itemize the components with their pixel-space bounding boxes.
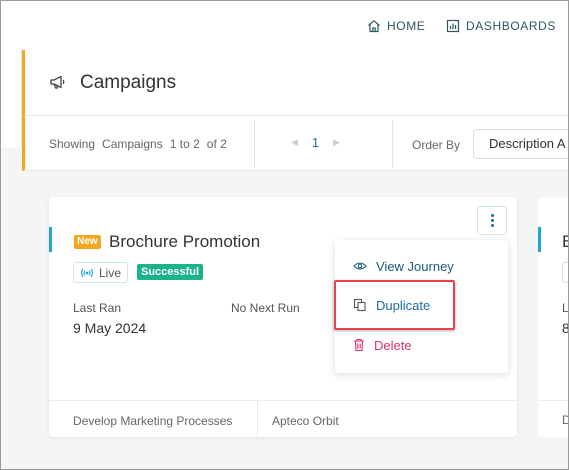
- footer-category: Develop Marketing Processes: [73, 414, 233, 428]
- campaign-title-fragment: B: [562, 232, 569, 251]
- eye-icon: [353, 262, 367, 270]
- footer-category-fragment: De: [562, 413, 569, 427]
- page-header: Campaigns: [22, 50, 569, 115]
- pagination: ◀ 1 ▶: [291, 135, 340, 150]
- last-ran-value-fragment: 8: [562, 320, 569, 336]
- menu-item-label: Delete: [374, 337, 412, 353]
- campaign-card-partial[interactable]: B La 8 De: [538, 197, 569, 437]
- new-badge: New: [74, 235, 101, 249]
- home-link-label: HOME: [387, 19, 426, 33]
- more-options-button[interactable]: [477, 206, 507, 235]
- kebab-dot-icon: [490, 219, 494, 222]
- showing-label: Showing: [49, 137, 96, 151]
- live-status-pill-fragment: [562, 262, 569, 283]
- entity-label: Campaigns: [102, 137, 163, 151]
- menu-item-delete[interactable]: Delete: [335, 330, 508, 360]
- menu-item-label: View Journey: [376, 258, 454, 274]
- kebab-dot-icon: [490, 224, 494, 227]
- broadcast-icon: [81, 268, 93, 277]
- menu-item-view-journey[interactable]: View Journey: [335, 251, 508, 281]
- live-label: Live: [99, 265, 122, 280]
- last-ran-value: 9 May 2024: [73, 320, 147, 336]
- page-title: Campaigns: [80, 72, 177, 93]
- last-ran-label: Last Ran: [73, 301, 122, 315]
- card-footer: Develop Marketing Processes Apteco Orbit: [49, 400, 517, 438]
- card-accent-bar: [538, 227, 541, 252]
- trash-icon: [354, 338, 364, 352]
- showing-summary: Showing Campaigns 1 to 2 of 2: [49, 137, 230, 151]
- dashboard-chart-icon: [446, 19, 460, 33]
- left-sidebar-strip: [0, 50, 22, 148]
- of-total-text: of 2: [206, 137, 227, 151]
- next-page-arrow-icon[interactable]: ▶: [333, 137, 340, 148]
- list-toolbar: Showing Campaigns 1 to 2 of 2 ◀ 1 ▶ Orde…: [22, 115, 569, 171]
- toolbar-divider: [392, 120, 393, 168]
- previous-page-arrow-icon[interactable]: ◀: [291, 137, 298, 148]
- next-run-text: No Next Run: [231, 301, 300, 315]
- range-text: 1 to 2: [169, 137, 200, 151]
- megaphone-icon: [50, 75, 65, 89]
- card-footer-divider: [538, 400, 569, 401]
- last-ran-label-fragment: La: [562, 301, 569, 315]
- footer-divider: [257, 401, 258, 438]
- dashboards-link-label: DASHBOARDS: [466, 19, 557, 33]
- status-badge: Successful: [137, 264, 204, 280]
- campaign-title[interactable]: Brochure Promotion: [109, 232, 260, 252]
- kebab-dot-icon: [490, 214, 494, 217]
- home-icon: [368, 20, 380, 33]
- home-link[interactable]: HOME: [367, 17, 425, 35]
- card-accent-bar: [49, 227, 52, 252]
- footer-owner: Apteco Orbit: [272, 414, 339, 428]
- duplicate-highlight-box: [334, 280, 455, 330]
- top-navigation-bar: HOME DASHBOARDS: [0, 0, 569, 50]
- order-by-select[interactable]: Description A: [473, 129, 569, 159]
- dashboards-link[interactable]: DASHBOARDS: [446, 17, 556, 35]
- current-page-number[interactable]: 1: [312, 135, 319, 150]
- order-by-label: Order By: [412, 138, 461, 152]
- live-status-pill: Live: [73, 262, 128, 283]
- toolbar-divider: [254, 120, 255, 168]
